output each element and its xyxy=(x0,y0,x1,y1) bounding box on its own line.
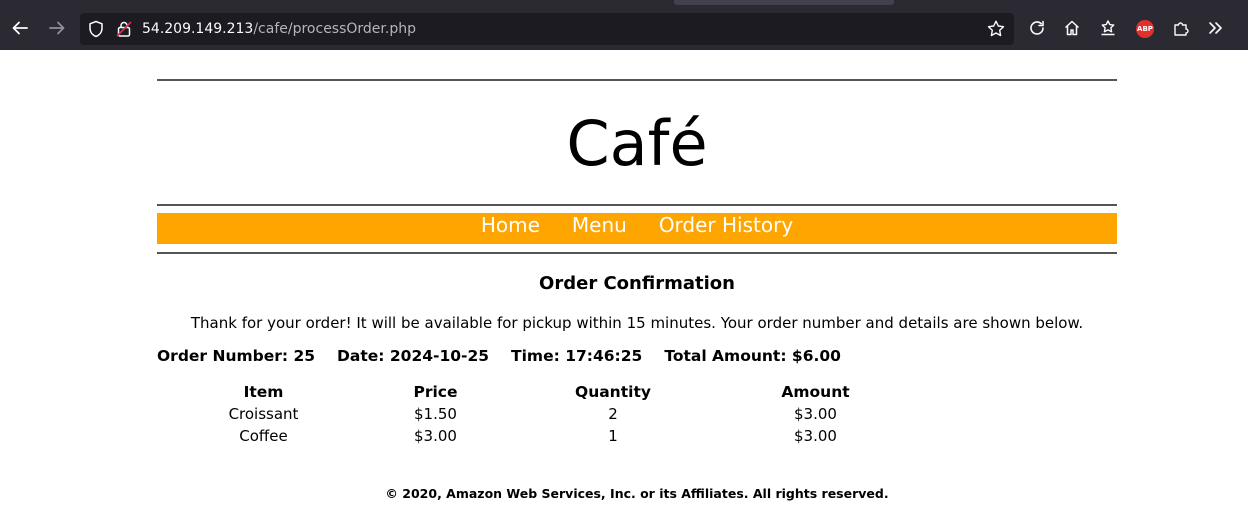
top-divider xyxy=(157,79,1117,81)
tracking-protection-icon[interactable] xyxy=(87,20,105,38)
cell-item: Croissant xyxy=(228,405,299,423)
page-content: Café Home Menu Order History Order Confirm… xyxy=(0,50,1248,524)
order-time: Time: 17:46:25 xyxy=(511,347,643,365)
column-header-price: Price xyxy=(413,383,458,401)
nav-link-menu[interactable]: Menu xyxy=(572,213,627,238)
browser-toolbar: 54.209.149.213/cafe/processOrder.php ABP xyxy=(0,0,1248,50)
extensions-icon[interactable] xyxy=(1170,17,1192,39)
table-row: Coffee $3.00 1 $3.00 xyxy=(157,425,906,447)
cell-item: Coffee xyxy=(239,427,288,445)
copyright-footer: © 2020, Amazon Web Services, Inc. or its… xyxy=(385,486,889,501)
column-header-item: Item xyxy=(243,383,284,401)
overflow-chevron-icon[interactable] xyxy=(1205,17,1227,39)
url-host: 54.209.149.213 xyxy=(142,21,254,37)
order-number: Order Number: 25 xyxy=(157,347,316,365)
section-heading: Order Confirmation xyxy=(539,273,735,294)
adblock-plus-icon[interactable]: ABP xyxy=(1136,20,1154,38)
tab-strip-edge xyxy=(674,0,894,5)
order-date: Date: 2024-10-25 xyxy=(337,347,490,365)
saved-items-icon[interactable] xyxy=(1097,17,1119,39)
site-nav: Home Menu Order History xyxy=(157,213,1117,244)
nav-link-home[interactable]: Home xyxy=(481,213,540,238)
cell-amount: $3.00 xyxy=(794,405,837,423)
home-icon[interactable] xyxy=(1061,17,1083,39)
site-title: Café xyxy=(566,107,708,180)
table-row: Croissant $1.50 2 $3.00 xyxy=(157,403,906,425)
column-header-quantity: Quantity xyxy=(575,383,651,401)
insecure-lock-icon[interactable] xyxy=(115,20,133,38)
nav-divider xyxy=(157,252,1117,254)
cell-price: $3.00 xyxy=(414,427,457,445)
cell-price: $1.50 xyxy=(414,405,457,423)
table-header-row: Item Price Quantity Amount xyxy=(157,381,906,403)
header-divider xyxy=(157,204,1117,206)
bookmark-star-icon[interactable] xyxy=(986,19,1006,39)
cell-quantity: 2 xyxy=(608,405,618,423)
back-arrow-icon[interactable] xyxy=(6,14,34,42)
forward-arrow-icon[interactable] xyxy=(43,14,71,42)
order-items-table: Item Price Quantity Amount Croissant $1.… xyxy=(157,381,906,447)
order-total: Total Amount: $6.00 xyxy=(664,347,841,365)
order-summary: Order Number: 25 Date: 2024-10-25 Time: 17… xyxy=(157,346,841,366)
cell-amount: $3.00 xyxy=(794,427,837,445)
column-header-amount: Amount xyxy=(781,383,850,401)
url-path: /cafe/processOrder.php xyxy=(253,21,416,37)
address-bar[interactable]: 54.209.149.213/cafe/processOrder.php xyxy=(80,13,1014,45)
confirmation-message: Thank for your order! It will be availab… xyxy=(190,314,1084,332)
url-text[interactable]: 54.209.149.213/cafe/processOrder.php xyxy=(142,20,416,38)
nav-link-order-history[interactable]: Order History xyxy=(659,213,793,238)
cell-quantity: 1 xyxy=(608,427,618,445)
reload-icon[interactable] xyxy=(1026,17,1048,39)
